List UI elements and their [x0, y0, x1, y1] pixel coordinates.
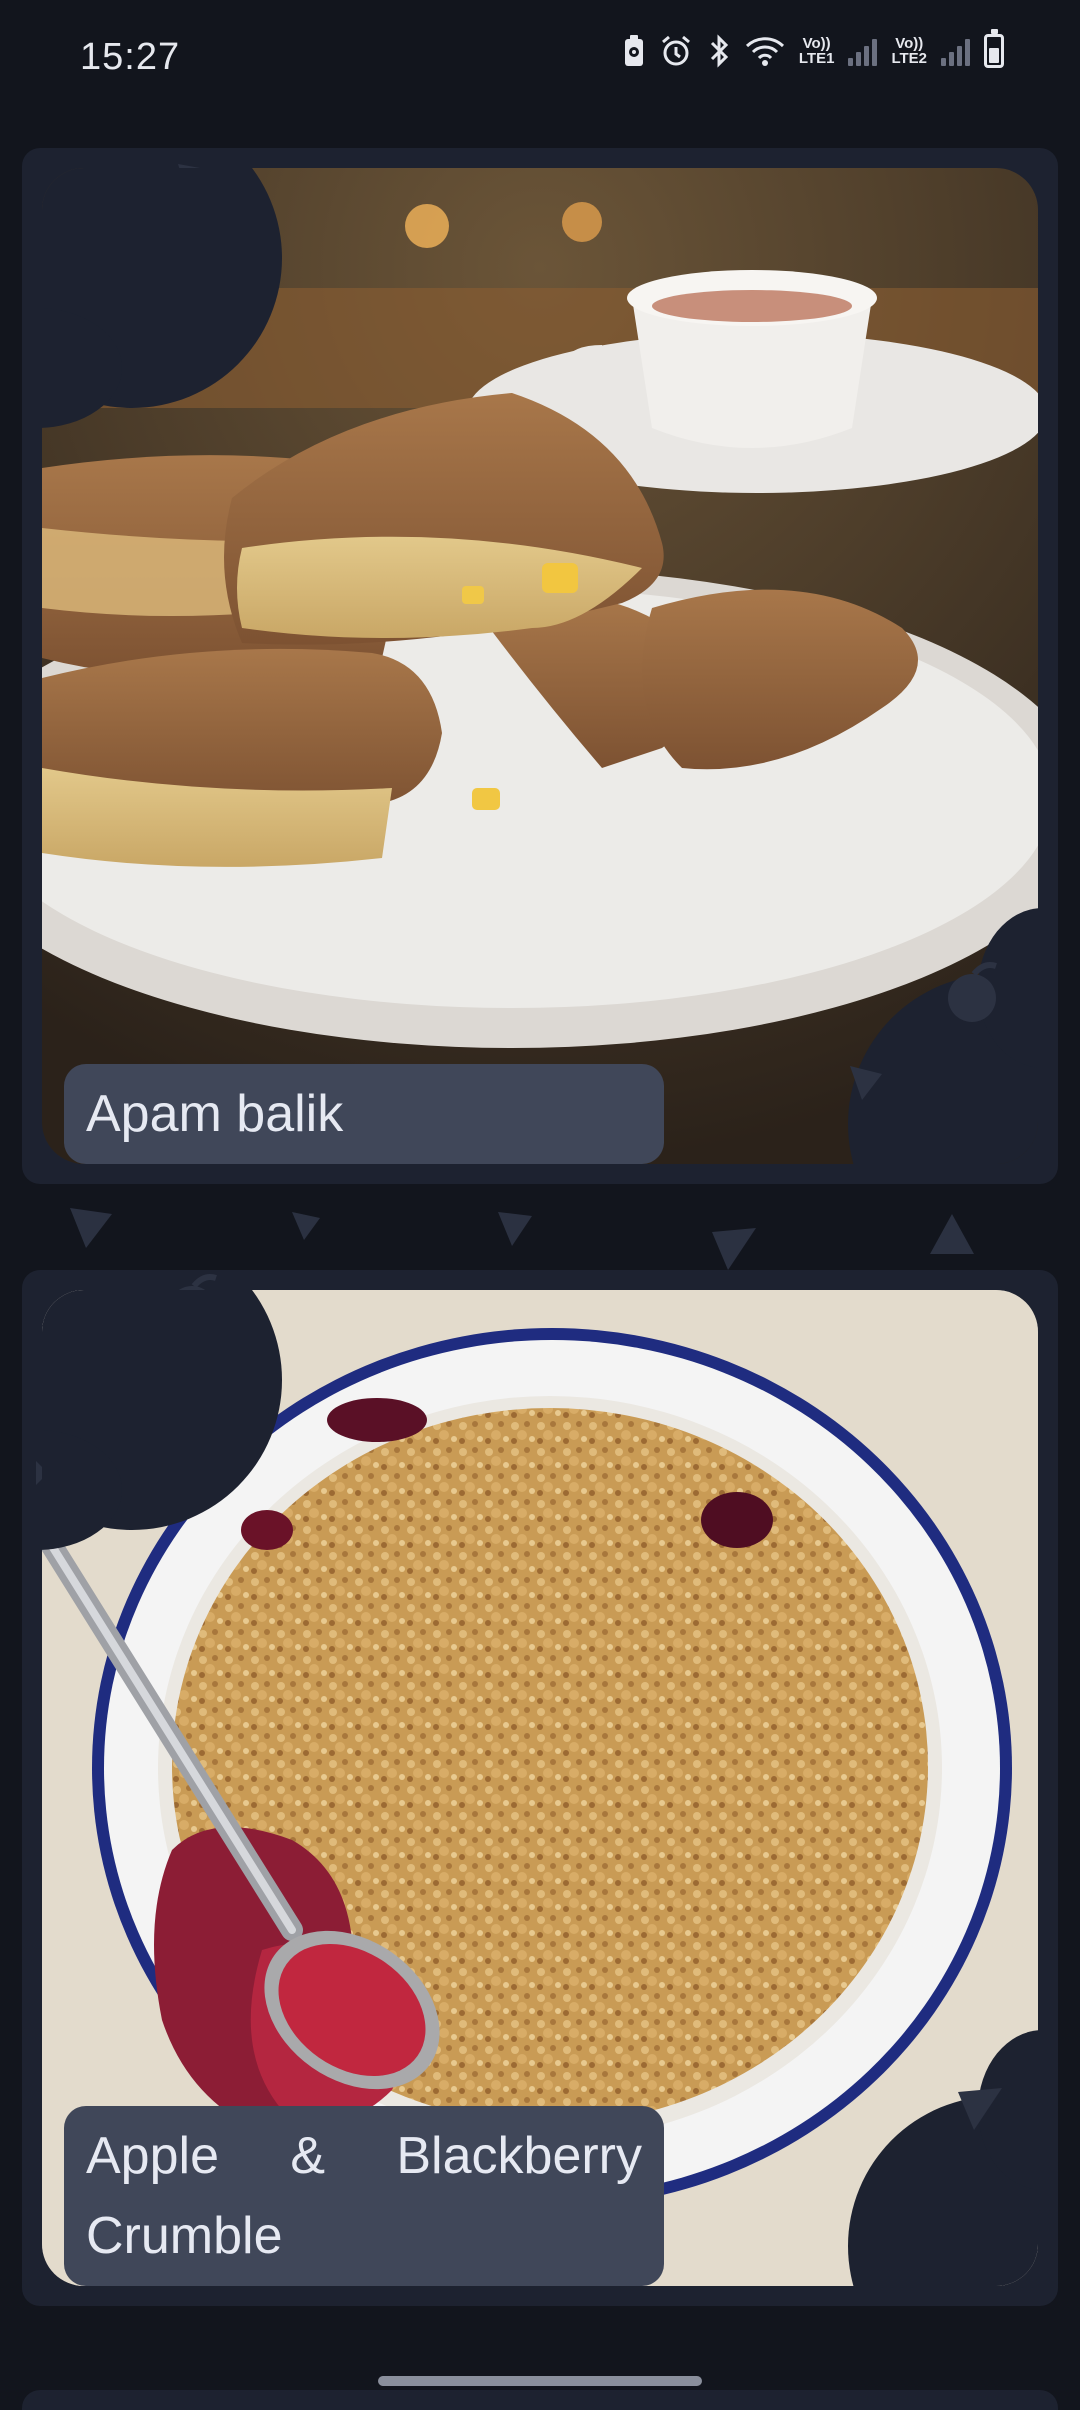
status-time: 15:27 — [80, 36, 181, 78]
gesture-nav-handle[interactable] — [378, 2376, 702, 2386]
sim1-label-bottom: LTE1 — [798, 50, 835, 67]
recipe-card-apam-balik[interactable]: Apam balik — [22, 148, 1058, 1184]
cheese-wedge-icon — [70, 1208, 112, 1248]
cheese-wedge-icon — [498, 1212, 532, 1246]
alarm-icon — [659, 34, 693, 68]
signal-1-icon — [848, 36, 878, 66]
sim2-label-bottom: LTE2 — [891, 50, 927, 67]
apple-icon — [948, 962, 997, 1022]
sim2-label-top: Vo)) — [895, 35, 924, 52]
cheese-wedge-icon — [292, 1212, 320, 1240]
battery-icon — [984, 29, 1004, 68]
bluetooth-icon — [707, 34, 731, 68]
recipe-title: Apam balik — [64, 1064, 664, 1164]
volte-lte2-icon: Vo)) LTE2 — [891, 36, 927, 66]
sim1-label-top: Vo)) — [802, 35, 831, 52]
signal-2-icon — [941, 36, 970, 66]
next-card-peek — [22, 2390, 1058, 2410]
cheese-wedge-icon — [930, 1214, 974, 1254]
battery-saver-icon — [623, 34, 645, 68]
apam-balik-photo — [42, 168, 1038, 1164]
recipe-card-apple-blackberry-crumble[interactable]: Apple & Blackberry Crumble — [22, 1270, 1058, 2306]
wifi-icon — [745, 34, 785, 68]
cheese-wedge-icon — [850, 1066, 882, 1100]
cheese-wedge-icon — [958, 2088, 1002, 2130]
status-bar: 15:27 Vo)) LTE1 Vo)) LTE2 — [0, 0, 1080, 118]
status-icons: Vo)) LTE1 Vo)) LTE2 — [623, 29, 1004, 68]
recipe-title: Apple & Blackberry Crumble — [64, 2106, 664, 2286]
volte-lte1-icon: Vo)) LTE1 — [799, 36, 835, 66]
